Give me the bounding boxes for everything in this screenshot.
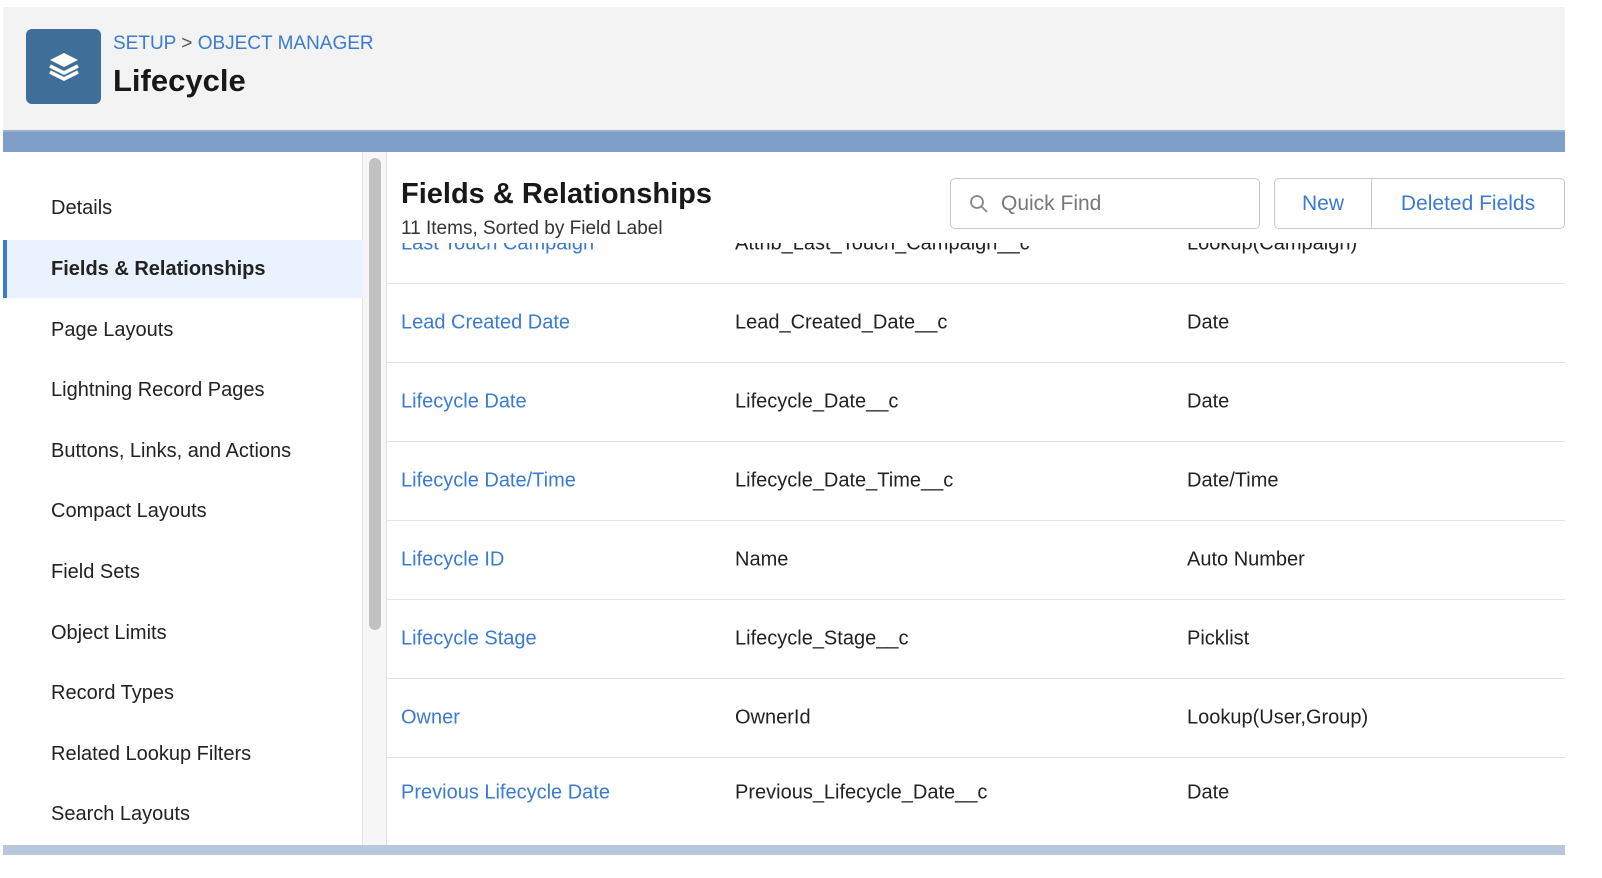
table-row: Lifecycle ID Name Auto Number bbox=[387, 521, 1565, 600]
field-data-type: Date bbox=[1187, 311, 1230, 334]
field-api-name: Lifecycle_Date__c bbox=[735, 390, 899, 413]
decorative-band bbox=[3, 130, 1565, 152]
layers-icon bbox=[26, 29, 101, 104]
quick-find-placeholder: Quick Find bbox=[1001, 191, 1102, 215]
sidebar-item[interactable]: Object Limits bbox=[3, 604, 363, 662]
deleted-fields-button[interactable]: Deleted Fields bbox=[1372, 179, 1564, 228]
page-header: SETUP > OBJECT MANAGER Lifecycle bbox=[3, 7, 1565, 130]
sidebar: Details Fields & Relationships Page Layout… bbox=[3, 152, 363, 845]
main-panel: Fields & Relationships 11 Items, Sorted … bbox=[387, 152, 1565, 845]
bottom-band bbox=[3, 845, 1565, 855]
field-data-type: Date bbox=[1187, 781, 1230, 804]
field-api-name: Lifecycle_Date_Time__c bbox=[735, 469, 954, 492]
table-row: Lifecycle Date Lifecycle_Date__c Date bbox=[387, 363, 1565, 442]
fields-table: Last Touch Campaign Attrib_Last_Touch_Cam… bbox=[387, 243, 1565, 845]
field-api-name: Lifecycle_Stage__c bbox=[735, 627, 909, 650]
field-api-name: Previous_Lifecycle_Date__c bbox=[735, 781, 988, 804]
field-label-link[interactable]: Lifecycle Date/Time bbox=[401, 470, 576, 493]
field-data-type: Lookup(User,Group) bbox=[1187, 706, 1369, 729]
field-data-type: Auto Number bbox=[1187, 548, 1305, 571]
page-title: Lifecycle bbox=[113, 63, 246, 98]
table-row: Lifecycle Date/Time Lifecycle_Date_Time__… bbox=[387, 442, 1565, 521]
field-data-type: Picklist bbox=[1187, 627, 1250, 650]
field-label-link[interactable]: Lead Created Date bbox=[401, 312, 570, 335]
sidebar-item[interactable]: Search Layouts bbox=[3, 785, 363, 843]
quick-find-input[interactable]: Quick Find bbox=[950, 178, 1260, 229]
table-row: Previous Lifecycle Date Previous_Lifecycl… bbox=[387, 758, 1565, 828]
sidebar-item[interactable]: Lightning Record Pages bbox=[3, 361, 363, 419]
field-data-type: Lookup(Campaign) bbox=[1187, 243, 1358, 255]
table-row: Lead Created Date Lead_Created_Date__c Dat… bbox=[387, 284, 1565, 363]
table-row: Owner OwnerId Lookup(User,Group) bbox=[387, 679, 1565, 758]
sidebar-item[interactable]: Compact Layouts bbox=[3, 482, 363, 540]
field-data-type: Date bbox=[1187, 390, 1230, 413]
search-icon bbox=[970, 194, 988, 213]
field-label-link[interactable]: Lifecycle ID bbox=[401, 549, 504, 572]
section-subtitle: 11 Items, Sorted by Field Label bbox=[401, 218, 663, 239]
new-button[interactable]: New bbox=[1275, 179, 1372, 228]
field-data-type: Date/Time bbox=[1187, 469, 1279, 492]
sidebar-item[interactable]: Buttons, Links, and Actions bbox=[3, 422, 363, 480]
field-api-name: Attrib_Last_Touch_Campaign__c bbox=[735, 243, 1030, 255]
sidebar-item[interactable]: Page Layouts bbox=[3, 301, 363, 359]
field-label-link[interactable]: Lifecycle Date bbox=[401, 391, 527, 414]
sidebar-scrollbar[interactable] bbox=[363, 152, 387, 845]
sidebar-item[interactable]: Field Sets bbox=[3, 543, 363, 601]
table-row: Lifecycle Stage Lifecycle_Stage__c Picklis… bbox=[387, 600, 1565, 679]
sidebar-item[interactable]: Fields & Relationships bbox=[3, 240, 363, 298]
field-api-name: OwnerId bbox=[735, 706, 811, 729]
breadcrumb: SETUP > OBJECT MANAGER bbox=[113, 33, 374, 55]
sidebar-item[interactable]: Related Lookup Filters bbox=[3, 725, 363, 783]
table-row: Last Touch Campaign Attrib_Last_Touch_Cam… bbox=[387, 243, 1565, 284]
section-title: Fields & Relationships bbox=[401, 178, 712, 210]
field-label-link[interactable]: Previous Lifecycle Date bbox=[401, 782, 610, 805]
field-label-link[interactable]: Last Touch Campaign bbox=[401, 243, 594, 256]
field-label-link[interactable]: Lifecycle Stage bbox=[401, 628, 537, 651]
field-api-name: Name bbox=[735, 548, 789, 571]
button-group: New Deleted Fields bbox=[1274, 178, 1565, 229]
sidebar-item[interactable]: Details bbox=[3, 179, 363, 237]
breadcrumb-separator: > bbox=[181, 33, 193, 54]
breadcrumb-setup[interactable]: SETUP bbox=[113, 33, 176, 54]
field-label-link[interactable]: Owner bbox=[401, 707, 460, 730]
breadcrumb-object-manager[interactable]: OBJECT MANAGER bbox=[198, 33, 374, 54]
field-api-name: Lead_Created_Date__c bbox=[735, 311, 948, 334]
scrollbar-thumb[interactable] bbox=[369, 158, 381, 630]
sidebar-item[interactable]: Record Types bbox=[3, 664, 363, 722]
